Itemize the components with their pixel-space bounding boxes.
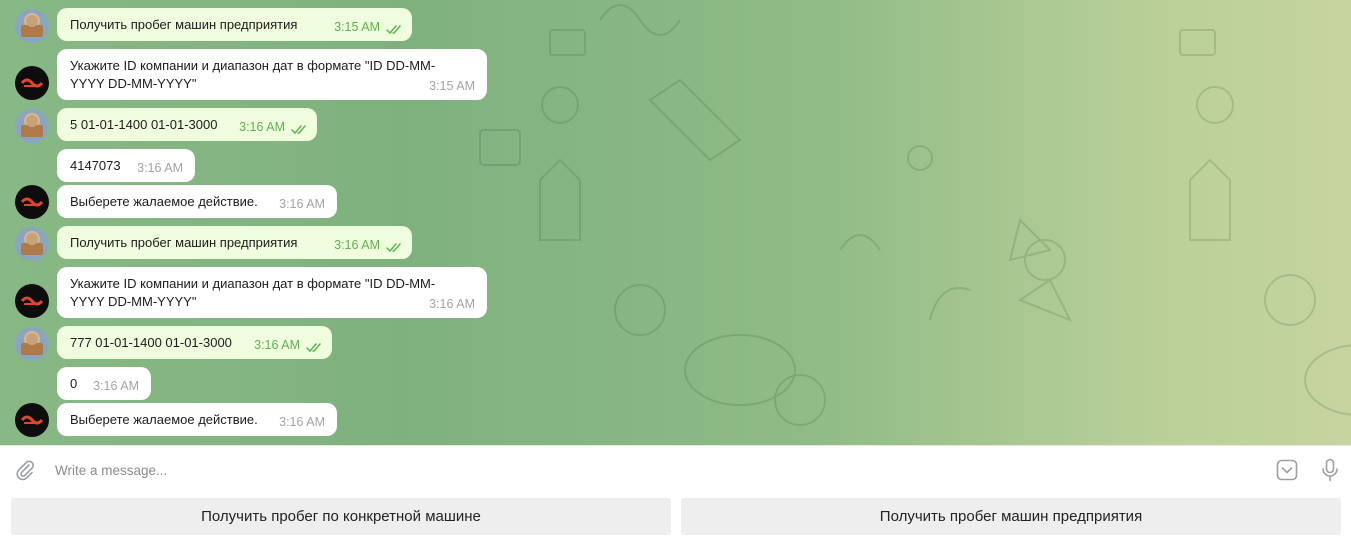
user-avatar[interactable] — [15, 109, 49, 143]
paperclip-icon[interactable] — [14, 459, 36, 481]
message-timestamp: 3:16 AM — [334, 238, 380, 252]
message-input[interactable] — [53, 458, 1237, 482]
microphone-icon[interactable] — [1320, 458, 1340, 482]
incoming-message[interactable]: 4147073 3:16 AM — [57, 149, 195, 182]
bot-logo-icon — [20, 197, 44, 207]
bot-reply-keyboard: Получить пробег по конкретной машине Пол… — [0, 493, 1351, 538]
reply-button-specific-vehicle[interactable]: Получить пробег по конкретной машине — [11, 498, 671, 535]
bot-avatar[interactable] — [15, 284, 49, 318]
message-timestamp: 3:16 AM — [137, 161, 183, 175]
message-text: Укажите ID компании и диапазон дат в фор… — [70, 276, 436, 309]
bot-logo-icon — [20, 78, 44, 88]
message-timestamp: 3:16 AM — [254, 338, 300, 352]
bot-logo-icon — [20, 415, 44, 425]
user-avatar[interactable] — [15, 327, 49, 361]
message-timestamp: 3:16 AM — [279, 197, 325, 211]
user-photo-icon — [21, 233, 43, 255]
message-timestamp: 3:15 AM — [334, 20, 380, 34]
incoming-message[interactable]: Укажите ID компании и диапазон дат в фор… — [57, 267, 487, 318]
message-composer — [0, 445, 1351, 494]
user-avatar[interactable] — [15, 9, 49, 43]
user-photo-icon — [21, 115, 43, 137]
double-check-icon — [291, 125, 306, 135]
bot-avatar[interactable] — [15, 403, 49, 437]
message-timestamp: 3:16 AM — [239, 120, 285, 134]
outgoing-message[interactable]: 777 01-01-1400 01-01-3000 3:16 AM — [57, 326, 332, 359]
incoming-message[interactable]: 0 3:16 AM — [57, 367, 151, 400]
user-photo-icon — [21, 15, 43, 37]
double-check-icon — [386, 25, 401, 35]
incoming-message[interactable]: Выберете жалаемое действие. 3:16 AM — [57, 185, 337, 218]
double-check-icon — [306, 343, 321, 353]
reply-button-enterprise-vehicles[interactable]: Получить пробег машин предприятия — [681, 498, 1341, 535]
message-timestamp: 3:15 AM — [429, 79, 475, 93]
bot-logo-icon — [20, 296, 44, 306]
outgoing-message[interactable]: Получить пробег машин предприятия 3:16 AM — [57, 226, 412, 259]
double-check-icon — [386, 243, 401, 253]
bot-keyboard-icon[interactable] — [1276, 459, 1298, 481]
bot-avatar[interactable] — [15, 185, 49, 219]
user-avatar[interactable] — [15, 227, 49, 261]
user-photo-icon — [21, 333, 43, 355]
message-timestamp: 3:16 AM — [279, 415, 325, 429]
outgoing-message[interactable]: 5 01-01-1400 01-01-3000 3:16 AM — [57, 108, 317, 141]
incoming-message[interactable]: Укажите ID компании и диапазон дат в фор… — [57, 49, 487, 100]
outgoing-message[interactable]: Получить пробег машин предприятия 3:15 AM — [57, 8, 412, 41]
incoming-message[interactable]: Выберете жалаемое действие. 3:16 AM — [57, 403, 337, 436]
bot-avatar[interactable] — [15, 66, 49, 100]
message-text: Укажите ID компании и диапазон дат в фор… — [70, 58, 436, 91]
message-timestamp: 3:16 AM — [429, 297, 475, 311]
message-timestamp: 3:16 AM — [93, 379, 139, 393]
